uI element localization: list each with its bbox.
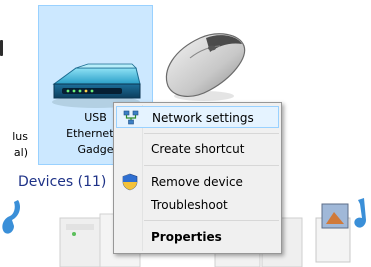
menu-separator — [144, 165, 279, 166]
partial-device-icon — [0, 40, 3, 56]
media-device-icon — [315, 203, 351, 263]
menu-item-troubleshoot[interactable]: Troubleshoot — [116, 194, 279, 216]
menu-item-network-settings[interactable]: Network settings — [116, 106, 279, 128]
context-menu: Network settings Create shortcut Remove … — [113, 102, 282, 254]
mouse-icon[interactable] — [160, 28, 250, 103]
partial-device-label-line-2: al) — [13, 146, 28, 159]
partial-device-label-line-1: lus — [12, 130, 28, 143]
menu-separator — [144, 133, 279, 134]
menu-item-create-shortcut[interactable]: Create shortcut — [116, 138, 279, 160]
partial-device-label[interactable]: lus al) — [0, 129, 28, 161]
uac-shield-icon — [122, 173, 138, 191]
menu-item-label: Troubleshoot — [151, 198, 228, 212]
menu-item-properties[interactable]: Properties — [116, 226, 279, 248]
devices-group-heading[interactable]: Devices (11) — [18, 174, 106, 190]
menu-separator — [144, 220, 279, 221]
network-settings-icon — [123, 110, 139, 125]
menu-item-label: Create shortcut — [151, 142, 245, 156]
music-device-icon-left — [2, 200, 20, 234]
menu-item-label: Network settings — [152, 111, 254, 125]
menu-item-label: Remove device — [151, 175, 243, 189]
music-device-icon-right — [354, 198, 366, 228]
drive-device-icon-1 — [59, 217, 101, 267]
menu-item-label: Properties — [151, 230, 222, 244]
menu-item-remove-device[interactable]: Remove device — [116, 171, 279, 193]
